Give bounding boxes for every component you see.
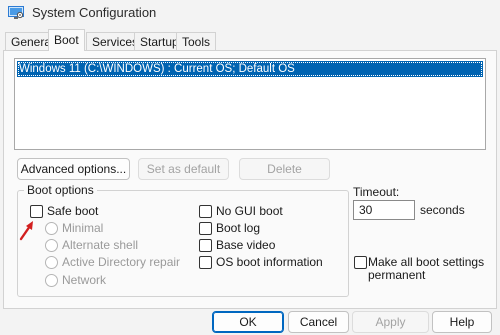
timeout-label: Timeout: — [353, 185, 400, 199]
radio-minimal[interactable] — [45, 222, 58, 235]
advanced-options-button[interactable]: Advanced options... — [17, 158, 130, 180]
os-boot-information-checkbox[interactable] — [199, 256, 212, 269]
no-gui-boot-label[interactable]: No GUI boot — [216, 204, 283, 219]
set-as-default-button[interactable]: Set as default — [138, 158, 229, 180]
active-directory-repair-label: Active Directory repair — [62, 255, 181, 269]
os-list-item[interactable]: Windows 11 (C:\WINDOWS) : Current OS; De… — [17, 61, 483, 77]
boot-options-label: Boot options — [24, 183, 97, 197]
cancel-button[interactable]: Cancel — [288, 311, 349, 333]
boot-log-label[interactable]: Boot log — [216, 221, 260, 236]
timeout-input[interactable]: 30 — [353, 200, 415, 220]
window-title: System Configuration — [32, 5, 157, 20]
minimal-label: Minimal — [62, 221, 104, 235]
boot-log-checkbox[interactable] — [199, 222, 212, 235]
make-permanent-checkbox[interactable] — [354, 256, 367, 269]
tab-tools[interactable]: Tools — [176, 32, 217, 50]
safe-boot-checkbox[interactable] — [30, 205, 43, 218]
os-list[interactable]: Windows 11 (C:\WINDOWS) : Current OS; De… — [14, 58, 486, 150]
safe-boot-label[interactable]: Safe boot — [47, 204, 98, 219]
alternate-shell-label: Alternate shell — [62, 238, 139, 252]
network-label: Network — [62, 273, 107, 287]
tab-boot[interactable]: Boot — [48, 29, 85, 51]
apply-button[interactable]: Apply — [352, 311, 429, 333]
ok-button[interactable]: OK — [212, 311, 284, 333]
msconfig-icon — [8, 6, 24, 19]
no-gui-boot-checkbox[interactable] — [199, 205, 212, 218]
delete-button[interactable]: Delete — [239, 158, 330, 180]
make-permanent-label-line2[interactable]: permanent — [368, 268, 425, 283]
base-video-checkbox[interactable] — [199, 239, 212, 252]
radio-active-directory-repair[interactable] — [45, 256, 58, 269]
radio-network[interactable] — [45, 274, 58, 287]
timeout-unit-label: seconds — [420, 203, 465, 217]
os-boot-information-label[interactable]: OS boot information — [216, 255, 323, 270]
help-button[interactable]: Help — [432, 311, 492, 333]
red-arrow-icon — [19, 221, 33, 241]
base-video-label[interactable]: Base video — [216, 238, 275, 253]
radio-alternate-shell[interactable] — [45, 239, 58, 252]
